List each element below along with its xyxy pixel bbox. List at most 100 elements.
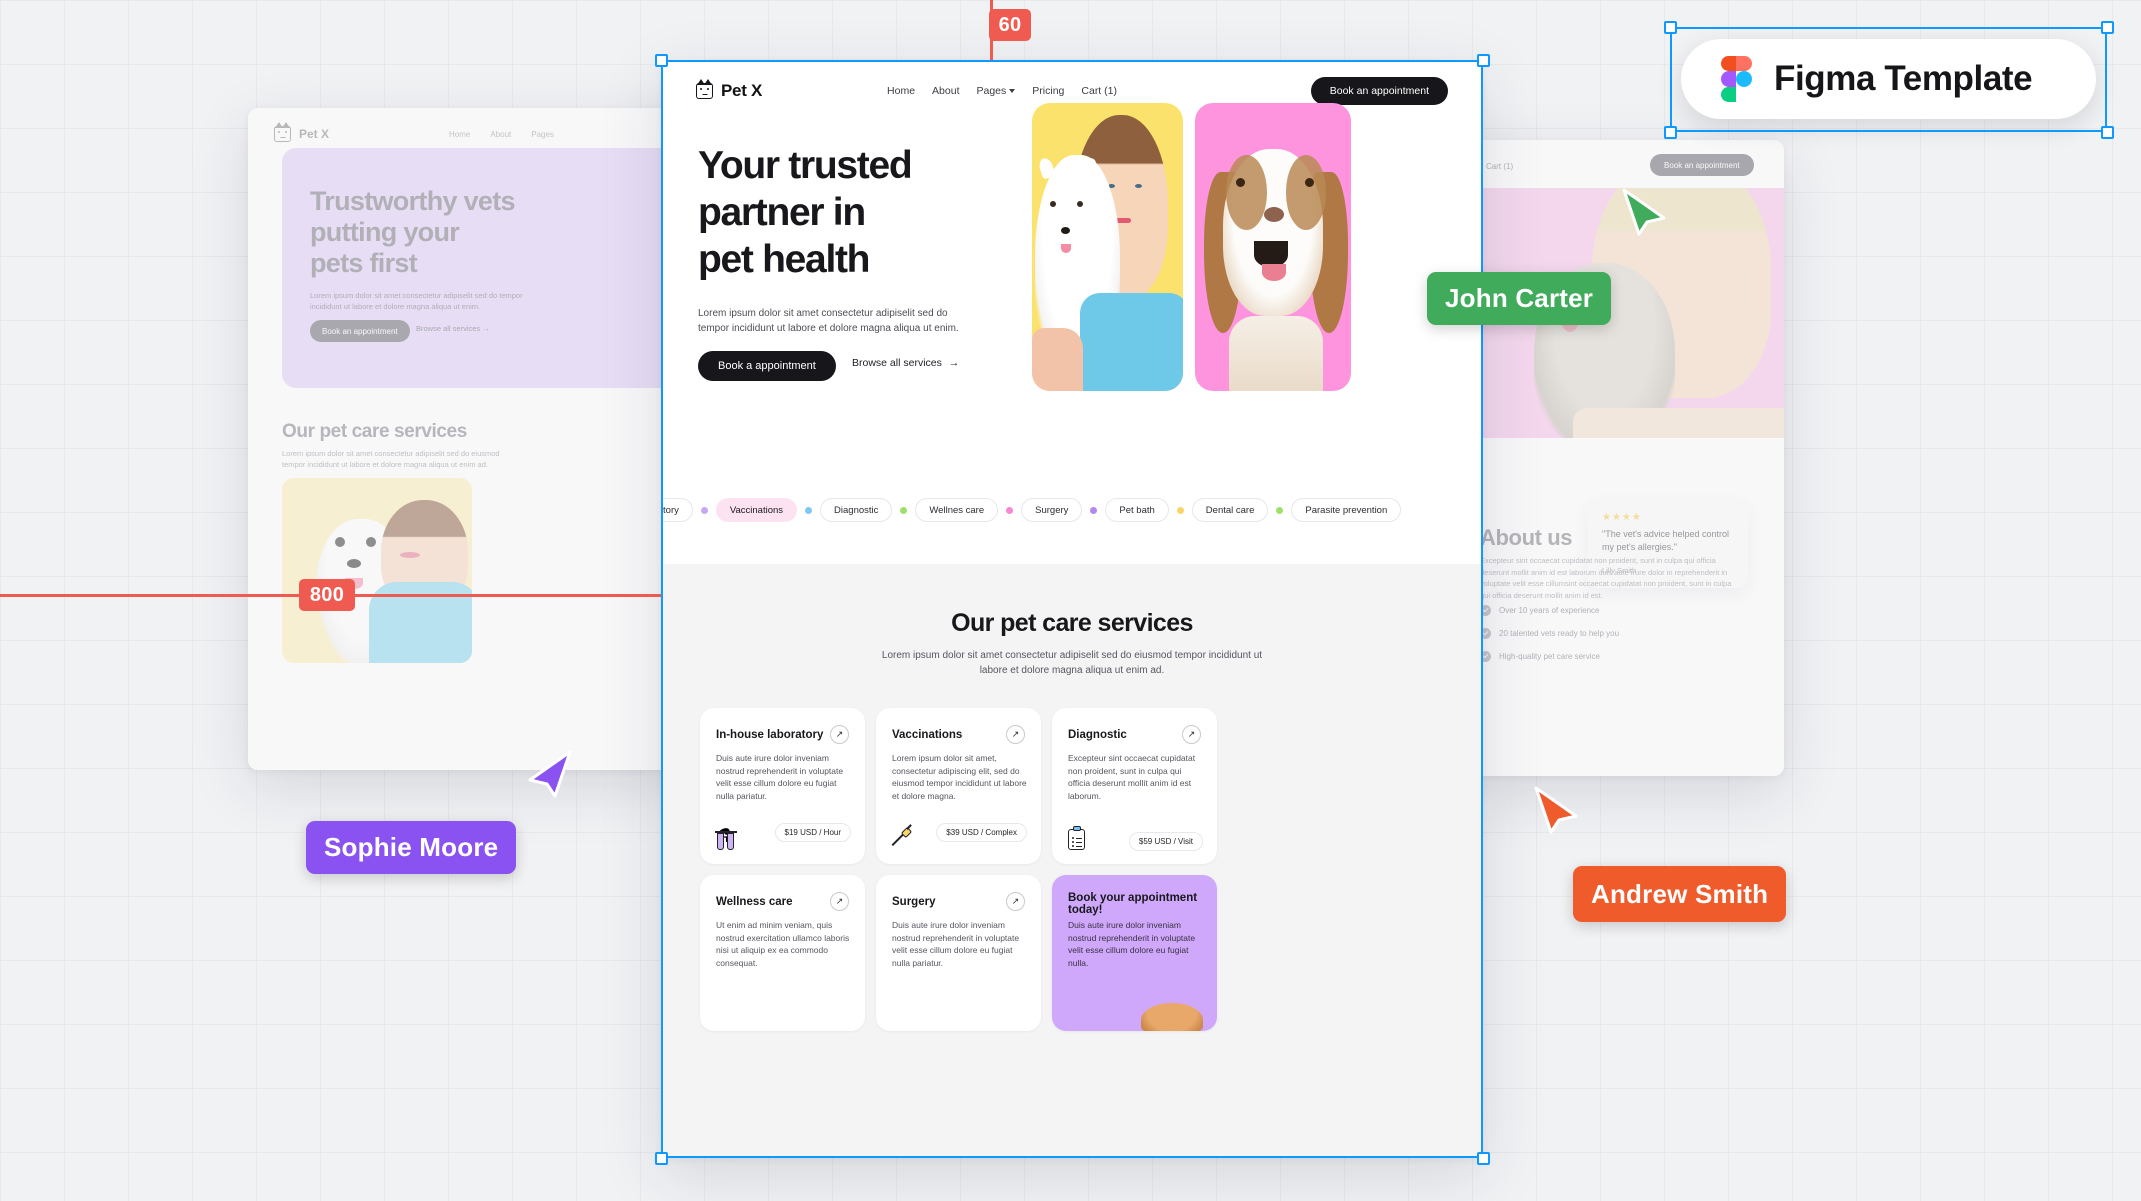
card-body: Ut enim ad minim veniam, quis nostrud ex…	[716, 920, 850, 968]
chip-dot	[1276, 506, 1284, 514]
service-chip[interactable]: Diagnostic	[820, 498, 893, 522]
left-hero-title: Trustworthy vets putting your pets first	[310, 186, 516, 278]
card-body: Excepteur sint occaecat cupidatat non pr…	[1068, 753, 1196, 801]
syringe-icon	[891, 824, 913, 848]
badge-handle-bottom-right[interactable]	[2101, 126, 2114, 139]
cursor-arrow-john-carter	[1622, 188, 1666, 236]
arrow-up-right-icon[interactable]: ↗	[1006, 725, 1025, 744]
nav-item-pricing[interactable]: Pricing	[1032, 85, 1064, 97]
left-background-frame[interactable]: Pet X Home About Pages Trustworthy vets …	[248, 108, 700, 770]
card-body: Duis aute irure dolor inveniam nostrud r…	[1068, 920, 1196, 968]
cat-logo-icon	[696, 79, 713, 99]
left-hero-primary-cta[interactable]: Book an appointment	[310, 320, 410, 342]
brand-label: Pet X	[721, 81, 763, 100]
service-chip[interactable]: Wellnes care	[915, 498, 999, 522]
service-card[interactable]: In-house laboratory ↗ Duis aute irure do…	[700, 708, 865, 864]
about-bullet: 20 talented vets ready to help you	[1499, 629, 1620, 638]
card-price: $39 USD / Complex	[936, 823, 1027, 842]
brand-label: Pet X	[299, 127, 330, 141]
left-services-subtitle: Lorem ipsum dolor sit amet consectetur a…	[282, 449, 500, 469]
figma-logo-icon	[1721, 56, 1752, 102]
badge-handle-top-right[interactable]	[2101, 21, 2114, 34]
badge-handle-top-left[interactable]	[1664, 21, 1677, 34]
site-nav: Home About Pages Pricing Cart (1)	[887, 85, 1117, 97]
card-title: Surgery	[892, 895, 936, 908]
right-nav-cart[interactable]: Cart (1)	[1486, 162, 1513, 171]
card-body: Duis aute irure dolor inveniam nostrud r…	[716, 753, 844, 801]
card-title: Wellness care	[716, 895, 793, 908]
service-card[interactable]: Vaccinations ↗ Lorem ipsum dolor sit ame…	[876, 708, 1041, 864]
selection-handle-top-right[interactable]	[1477, 54, 1490, 67]
selection-handle-bottom-right[interactable]	[1477, 1152, 1490, 1165]
card-price: $19 USD / Hour	[774, 823, 851, 842]
card-body: Duis aute irure dolor inveniam nostrud r…	[892, 920, 1020, 968]
nav-item-pages[interactable]: Pages	[977, 85, 1016, 97]
arrow-up-right-icon[interactable]: ↗	[1182, 725, 1201, 744]
figma-template-badge[interactable]: Figma Template	[1681, 39, 2096, 119]
navbar-book-appointment-button[interactable]: Book an appointment	[1310, 77, 1448, 105]
hero-book-appointment-button[interactable]: Book a appointment	[698, 351, 836, 381]
arrow-right-icon: →	[482, 324, 490, 333]
cursor-label-andrew-smith: Andrew Smith	[1573, 866, 1787, 922]
chip-dot	[700, 506, 708, 514]
service-chip[interactable]: Pet bath	[1105, 498, 1169, 522]
left-frame-photo	[282, 478, 472, 663]
card-title: Diagnostic	[1068, 728, 1127, 741]
testimonial-quote: "The vet's advice helped control my pet'…	[1602, 529, 1729, 552]
site-brand[interactable]: Pet X	[696, 79, 763, 101]
left-nav-item-about[interactable]: About	[490, 130, 511, 139]
figma-canvas[interactable]: Pet X Home About Pages Trustworthy vets …	[0, 0, 2141, 1201]
right-nav-cta[interactable]: Book an appointment	[1650, 154, 1754, 176]
chip-dot	[805, 506, 813, 514]
left-frame-hero: Trustworthy vets putting your pets first…	[282, 148, 700, 388]
hero-paragraph: Lorem ipsum dolor sit amet consectetur a…	[698, 308, 959, 334]
services-title: Our pet care services	[951, 609, 1193, 637]
badge-handle-bottom-left[interactable]	[1664, 126, 1677, 139]
service-card[interactable]: Diagnostic ↗ Excepteur sint occaecat cup…	[1052, 708, 1217, 864]
arrow-up-right-icon[interactable]: ↗	[830, 892, 849, 911]
left-hero-secondary-cta[interactable]: Browse all services →	[416, 324, 490, 333]
cat-logo-icon	[274, 122, 291, 142]
selection-handle-bottom-left[interactable]	[655, 1152, 668, 1165]
chip-dot	[900, 506, 908, 514]
clipboard-icon	[1068, 826, 1085, 850]
selection-handle-top-left[interactable]	[655, 54, 668, 67]
left-nav-item-pages[interactable]: Pages	[531, 130, 554, 139]
cursor-label-sophie-moore: Sophie Moore	[306, 821, 517, 874]
chip-dot	[1006, 506, 1014, 514]
service-chip-active[interactable]: Vaccinations	[715, 498, 798, 522]
left-services-title: Our pet care services	[282, 421, 467, 442]
service-chip[interactable]: Surgery	[1021, 498, 1083, 522]
nav-item-cart[interactable]: Cart (1)	[1081, 85, 1117, 97]
service-card[interactable]: Wellness care ↗ Ut enim ad minim veniam,…	[700, 875, 865, 1031]
services-subtitle: Lorem ipsum dolor sit amet consectetur a…	[881, 650, 1263, 676]
service-chip[interactable]: Parasite prevention	[1291, 498, 1402, 522]
about-bullet: Over 10 years of experience	[1499, 606, 1600, 615]
service-card[interactable]: Surgery ↗ Duis aute irure dolor inveniam…	[876, 875, 1041, 1031]
service-chip[interactable]: In-house laboratory	[661, 498, 693, 522]
figma-template-label: Figma Template	[1774, 59, 2033, 98]
service-card-highlight[interactable]: Book your appointment today! Duis aute i…	[1052, 875, 1217, 1031]
card-title: In-house laboratory	[716, 728, 824, 741]
left-nav-item-home[interactable]: Home	[449, 130, 470, 139]
arrow-up-right-icon[interactable]: ↗	[1006, 892, 1025, 911]
card-title: Vaccinations	[892, 728, 963, 741]
about-us-body: Excepteur sint occaecat cupidatat non pr…	[1480, 556, 1732, 600]
hero-browse-services-link[interactable]: Browse all services →	[852, 357, 959, 369]
arrow-right-icon: →	[948, 357, 960, 369]
cursor-arrow-sophie-moore	[528, 750, 572, 798]
hero-image-beagle-portrait	[1195, 103, 1351, 391]
service-chip[interactable]: Dental care	[1191, 498, 1269, 522]
card-body: Lorem ipsum dolor sit amet, consectetur …	[892, 753, 1027, 801]
card-title: Book your appointment today!	[1068, 892, 1198, 916]
arrow-up-right-icon[interactable]: ↗	[830, 725, 849, 744]
about-us-title: About us	[1480, 525, 1573, 550]
nav-item-home[interactable]: Home	[887, 85, 915, 97]
selected-website-frame[interactable]: Pet X Home About Pages Pricing Cart (1) …	[661, 60, 1483, 1158]
hero-image-vet-with-white-dog	[1032, 103, 1183, 391]
left-hero-paragraph: Lorem ipsum dolor sit amet consectetur a…	[310, 291, 523, 311]
chip-dot	[1176, 506, 1184, 514]
nav-item-about[interactable]: About	[932, 85, 959, 97]
measure-badge-800: 800	[299, 579, 355, 611]
chevron-down-icon	[1009, 89, 1016, 93]
